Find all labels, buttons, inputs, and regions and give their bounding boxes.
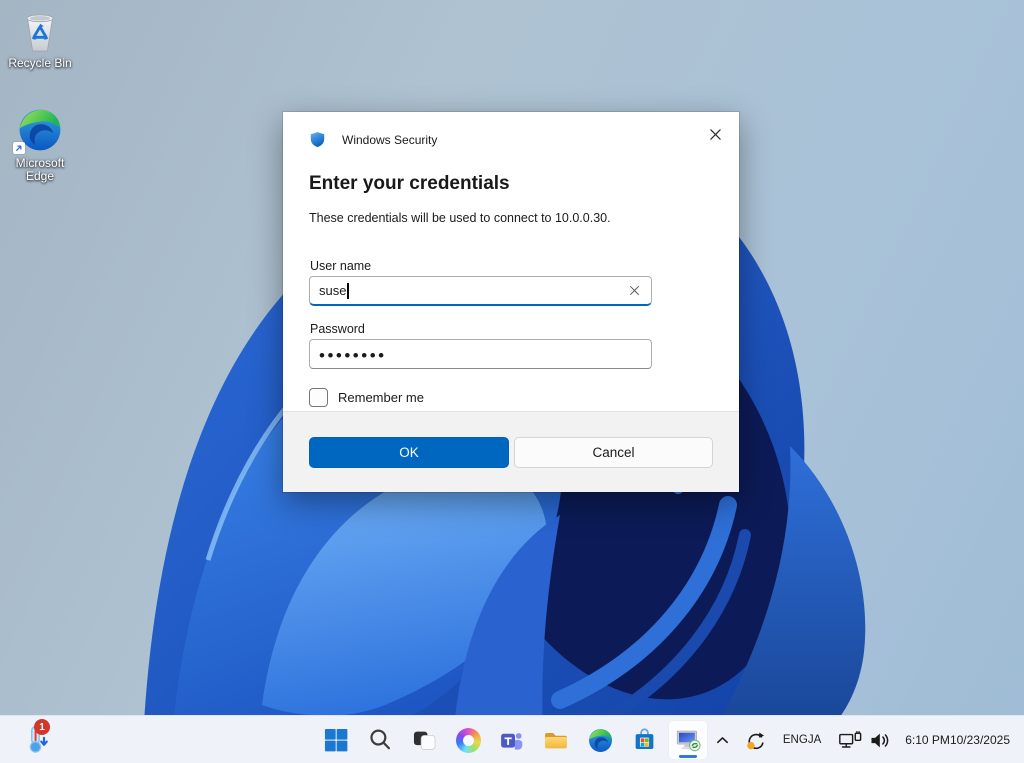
- active-app-indicator: [679, 755, 697, 758]
- password-input[interactable]: ••••••••: [309, 339, 652, 369]
- copilot-icon: [456, 728, 481, 753]
- edge-icon: [587, 727, 614, 754]
- close-icon: [709, 128, 722, 141]
- clear-x-icon: [629, 285, 640, 296]
- taskbar-search-button[interactable]: [360, 720, 400, 760]
- desktop-icon-recycle-bin[interactable]: Recycle Bin: [1, 10, 79, 70]
- taskbar-teams-button[interactable]: [492, 720, 532, 760]
- ok-button[interactable]: OK: [309, 437, 509, 468]
- network-icon: [838, 730, 863, 751]
- desktop: Recycle Bin Microsoft Edge Windows Secur…: [0, 0, 1024, 763]
- dialog-heading: Enter your credentials: [309, 173, 510, 195]
- notification-badge: 1: [34, 719, 50, 735]
- windows-start-icon: [323, 727, 349, 753]
- taskbar-widgets-button[interactable]: 1: [12, 721, 60, 759]
- file-explorer-icon: [542, 726, 570, 754]
- cancel-button[interactable]: Cancel: [514, 437, 713, 468]
- tray-network-volume-button[interactable]: [834, 726, 896, 755]
- microsoft-store-icon: [631, 727, 658, 754]
- volume-icon: [869, 731, 892, 750]
- language-primary: ENG: [783, 733, 808, 748]
- desktop-icon-label: Microsoft Edge: [1, 157, 79, 184]
- clock-date: 10/23/2025: [950, 732, 1010, 748]
- taskbar-remote-desktop-button[interactable]: [668, 720, 708, 760]
- taskbar-taskview-button[interactable]: [404, 720, 444, 760]
- password-masked-value: ••••••••: [319, 347, 387, 364]
- taskbar-store-button[interactable]: [624, 720, 664, 760]
- remote-desktop-icon: [674, 726, 703, 755]
- security-shield-icon: [309, 131, 326, 148]
- system-tray: ENG JA 6:10 PM 10/23/2025: [711, 716, 1016, 763]
- dialog-subtitle: These credentials will be used to connec…: [309, 211, 611, 225]
- taskbar: 1: [0, 715, 1024, 763]
- recycle-bin-icon: [1, 10, 79, 54]
- shortcut-arrow-icon: [13, 142, 25, 154]
- dialog-footer: OK Cancel: [283, 411, 739, 492]
- edge-icon: [1, 104, 79, 154]
- username-value: suse: [319, 283, 346, 298]
- desktop-icon-label: Recycle Bin: [1, 57, 79, 70]
- desktop-icon-edge[interactable]: Microsoft Edge: [1, 104, 79, 184]
- remember-me-checkbox[interactable]: [309, 388, 328, 407]
- taskbar-start-button[interactable]: [316, 720, 356, 760]
- clock-time: 6:10 PM: [905, 732, 950, 748]
- teams-icon: [499, 727, 526, 754]
- username-input[interactable]: suse: [309, 276, 652, 306]
- clear-username-button[interactable]: [624, 281, 644, 301]
- chevron-up-icon: [715, 735, 730, 745]
- tray-hidden-icons-button[interactable]: [711, 731, 734, 749]
- taskbar-app-icons: [316, 720, 708, 760]
- taskbar-explorer-button[interactable]: [536, 720, 576, 760]
- dialog-title: Windows Security: [342, 133, 437, 147]
- text-caret: [347, 283, 348, 299]
- dialog-header: Windows Security: [309, 131, 437, 148]
- taskbar-copilot-button[interactable]: [448, 720, 488, 760]
- tray-update-button[interactable]: [741, 726, 770, 755]
- username-label: User name: [310, 259, 371, 273]
- remember-me-label: Remember me: [338, 390, 424, 405]
- language-secondary: JA: [808, 733, 821, 748]
- password-label: Password: [310, 322, 365, 336]
- task-view-icon: [411, 727, 438, 754]
- taskbar-edge-button[interactable]: [580, 720, 620, 760]
- sync-update-icon: [745, 730, 766, 751]
- tray-language-button[interactable]: ENG JA: [777, 731, 827, 750]
- tray-clock-button[interactable]: 6:10 PM 10/23/2025: [903, 730, 1016, 750]
- close-button[interactable]: [701, 120, 729, 148]
- search-icon: [367, 727, 394, 754]
- windows-security-dialog: Windows Security Enter your credentials …: [283, 112, 739, 492]
- remember-me-row: Remember me: [309, 388, 424, 407]
